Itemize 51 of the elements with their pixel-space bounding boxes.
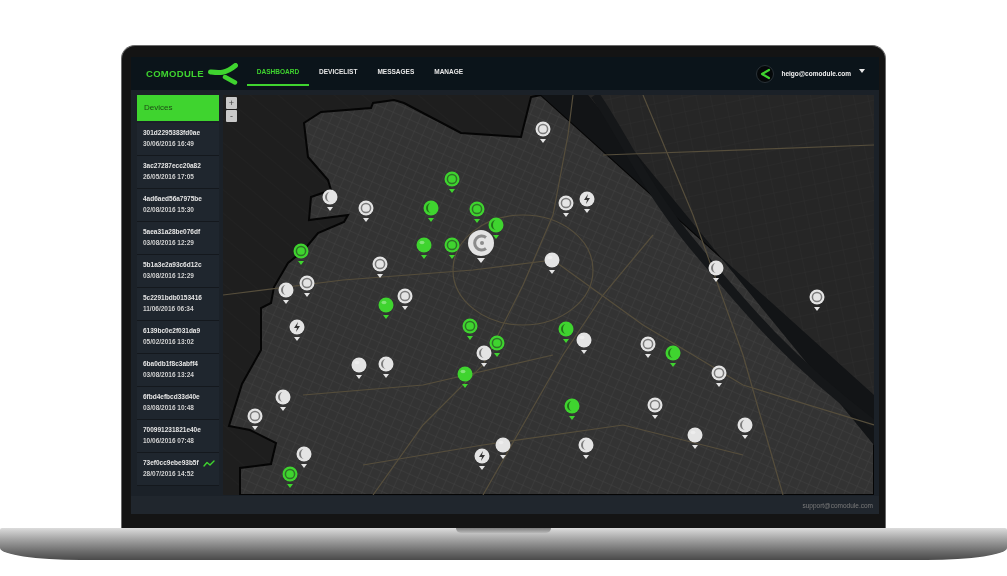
map-pin-icon[interactable] [275,389,291,411]
zoom-out-button[interactable]: - [226,110,237,122]
map-pin-icon[interactable] [372,256,388,278]
map-pin-icon[interactable] [351,357,367,379]
map-pin-icon[interactable] [467,229,495,263]
map-pin-icon[interactable] [476,345,492,367]
map-pin-icon[interactable] [296,446,312,468]
map-pin-icon[interactable] [665,345,681,367]
map-pin-icon[interactable] [444,237,460,259]
map-pin-icon[interactable] [397,288,413,310]
map-pin-icon[interactable] [457,366,473,388]
map-pin-icon[interactable] [469,201,485,223]
zoom-in-button[interactable]: + [226,97,237,109]
map-pin-icon[interactable] [578,437,594,459]
map-pin-icon[interactable] [282,466,298,488]
map-pin-icon[interactable] [809,289,825,311]
map-pin-icon[interactable] [278,282,294,304]
map-pin-icon[interactable] [640,336,656,358]
map-pin-icon[interactable] [711,365,727,387]
map-pin-icon[interactable] [474,448,490,470]
map-pin-icon[interactable] [247,408,263,430]
map-pin-icon[interactable] [489,335,505,357]
map-pin-icon[interactable] [687,427,703,449]
map-pin-icon[interactable] [322,189,338,211]
map-pin-icon[interactable] [558,195,574,217]
map-pin-icon[interactable] [647,397,663,419]
devices-header: Devices [137,95,219,121]
map-pin-icon[interactable] [488,217,504,239]
brand-name: COMODULE [146,68,204,79]
map-pin-icon[interactable] [293,243,309,265]
map-pin-icon[interactable] [423,200,439,222]
map-pin-icon[interactable] [378,297,394,319]
logo-icon [207,62,238,85]
map-pin-icon[interactable] [299,275,315,297]
map-pin-icon[interactable] [535,121,551,143]
map-pin-icon[interactable] [737,417,753,439]
map-pin-icon[interactable] [416,237,432,259]
caret-icon[interactable] [859,69,865,73]
map-pin-icon[interactable] [358,200,374,222]
avatar-icon[interactable] [756,64,775,83]
map-pin-icon[interactable] [462,318,478,340]
map-pin-icon[interactable] [495,437,511,459]
map-pin-icon[interactable] [289,319,305,341]
map-pin-icon[interactable] [579,191,595,213]
map-pin-icon[interactable] [558,321,574,343]
map-pin-icon[interactable] [544,252,560,274]
map-pin-icon[interactable] [444,171,460,193]
map-pin-icon[interactable] [708,260,724,282]
map-pin-icon[interactable] [378,356,394,378]
map-pin-icon[interactable] [564,398,580,420]
map-pin-icon[interactable] [576,332,592,354]
